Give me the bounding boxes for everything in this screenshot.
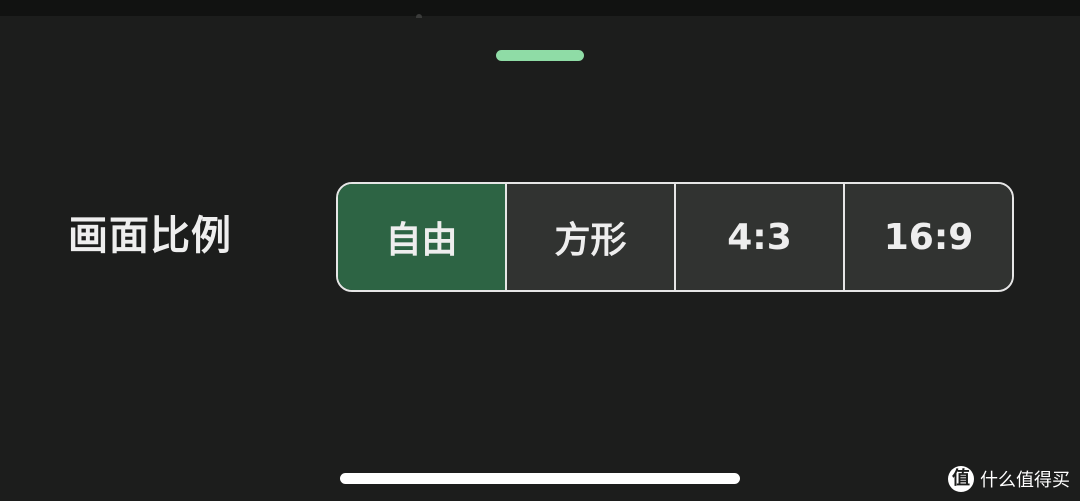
camera-dot (416, 14, 422, 18)
top-status-strip (0, 0, 1080, 16)
aspect-ratio-label: 画面比例 (68, 213, 232, 259)
watermark-text: 什么值得买 (980, 470, 1070, 491)
aspect-option-4-3[interactable]: 4:3 (674, 184, 843, 290)
aspect-option-square[interactable]: 方形 (505, 184, 674, 290)
watermark-logo-icon: 值 (948, 466, 974, 492)
aspect-ratio-segmented-control: 自由 方形 4:3 16:9 (336, 182, 1014, 292)
home-indicator[interactable] (340, 473, 740, 484)
sheet-drag-handle[interactable] (496, 50, 584, 61)
aspect-option-free[interactable]: 自由 (338, 184, 505, 290)
watermark: 值 什么值得买 (948, 465, 1070, 493)
aspect-option-16-9[interactable]: 16:9 (843, 184, 1012, 290)
